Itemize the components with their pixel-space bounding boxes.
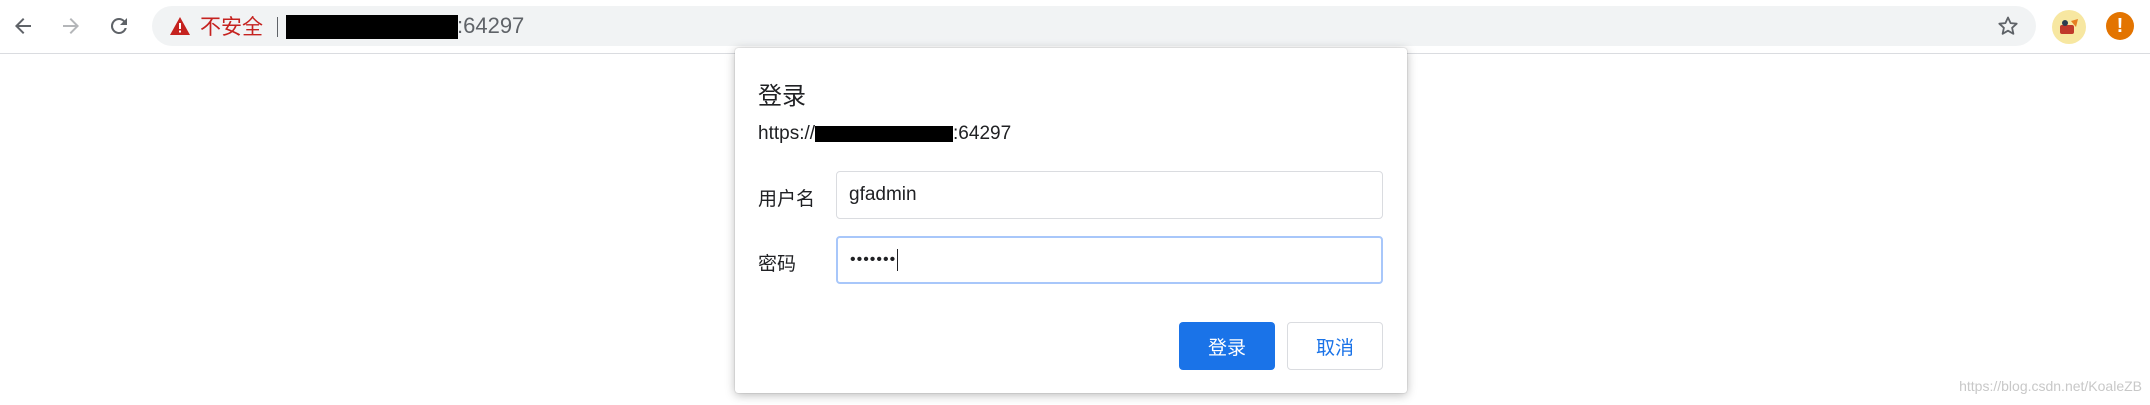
watermark: https://blog.csdn.net/KoaleZB xyxy=(1959,378,2142,394)
password-value: ••••••• xyxy=(850,238,899,282)
username-label: 用户名 xyxy=(758,189,816,210)
url-redaction xyxy=(286,15,458,39)
forward-arrow-icon xyxy=(63,18,79,34)
dialog-origin: https:// :64297 xyxy=(758,122,1011,146)
origin-prefix: https:// xyxy=(758,123,816,144)
username-input[interactable] xyxy=(836,171,1383,219)
reload-icon xyxy=(110,17,127,34)
password-input[interactable]: ••••••• xyxy=(836,236,1383,284)
password-dots: ••••••• xyxy=(850,251,897,268)
browser-toolbar: 不安全 :64297 ! xyxy=(0,0,2150,54)
login-button[interactable]: 登录 xyxy=(1179,322,1275,370)
origin-suffix: :64297 xyxy=(953,123,1012,144)
extension-button[interactable] xyxy=(2052,10,2086,44)
alert-icon[interactable]: ! xyxy=(2106,12,2134,40)
forward-button[interactable] xyxy=(52,7,90,45)
password-label: 密码 xyxy=(758,254,797,275)
login-dialog: 登录 https:// :64297 用户名 密码 ••••••• 登录 取消 xyxy=(735,48,1407,393)
cancel-button[interactable]: 取消 xyxy=(1287,322,1383,370)
reload-button[interactable] xyxy=(100,7,138,45)
dialog-title: 登录 xyxy=(758,83,806,110)
security-chip[interactable]: 不安全 xyxy=(170,6,263,46)
star-icon xyxy=(1998,16,2018,35)
warning-triangle-icon xyxy=(170,17,190,35)
url-text[interactable]: :64297 xyxy=(457,6,524,46)
extension-icon xyxy=(2060,19,2078,34)
origin-redaction xyxy=(815,126,954,142)
back-button[interactable] xyxy=(4,7,42,45)
security-label: 不安全 xyxy=(200,16,263,39)
back-arrow-icon xyxy=(15,18,31,34)
chip-divider xyxy=(277,17,278,37)
address-bar[interactable]: 不安全 :64297 xyxy=(152,6,2036,46)
text-caret xyxy=(897,248,899,271)
bookmark-button[interactable] xyxy=(1992,10,2024,42)
